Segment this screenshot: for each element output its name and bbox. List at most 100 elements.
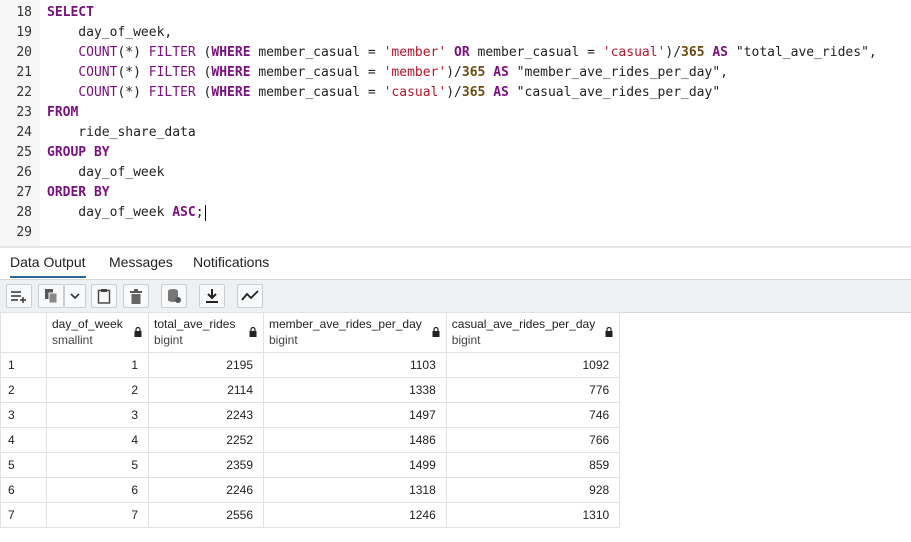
table-cell[interactable]: 1092 (445, 352, 621, 378)
table-cell[interactable]: 2556 (148, 502, 264, 528)
table-cell[interactable]: 1338 (263, 377, 447, 403)
code-token: ORDER BY (47, 185, 110, 200)
row-number[interactable]: 3 (0, 402, 47, 428)
table-cell[interactable]: 859 (445, 452, 621, 478)
copy-button[interactable] (38, 284, 64, 308)
table-row[interactable]: 7 7 2556 1246 1310 (0, 502, 621, 528)
table-row[interactable]: 3 3 2243 1497 746 (0, 402, 621, 428)
clipboard-icon (97, 289, 111, 304)
tab-messages[interactable]: Messages (109, 248, 173, 276)
table-cell[interactable]: 2 (46, 377, 149, 403)
code-line[interactable]: 19 day_of_week, (0, 23, 911, 43)
paste-button[interactable] (91, 284, 117, 308)
line-number: 26 (16, 165, 32, 180)
code-line[interactable]: 25 GROUP BY (0, 143, 911, 163)
table-cell[interactable]: 2114 (148, 377, 264, 403)
code-token: member_casual = (469, 45, 603, 60)
code-token: 365 (681, 45, 705, 60)
table-cell[interactable]: 1486 (263, 427, 447, 453)
table-cell[interactable]: 1 (46, 352, 149, 378)
code-line[interactable]: 20 COUNT(*) FILTER (WHERE member_casual … (0, 43, 911, 63)
copy-icon (45, 289, 58, 304)
lock-icon (432, 327, 440, 337)
table-cell[interactable]: 4 (46, 427, 149, 453)
table-cell[interactable]: 2252 (148, 427, 264, 453)
table-cell[interactable]: 6 (46, 477, 149, 503)
code-line[interactable]: 18 SELECT (0, 3, 911, 23)
table-cell[interactable]: 2359 (148, 452, 264, 478)
table-cell[interactable]: 5 (46, 452, 149, 478)
table-cell[interactable]: 7 (46, 502, 149, 528)
code-line[interactable]: 26 day_of_week (0, 163, 911, 183)
table-cell[interactable]: 1318 (263, 477, 447, 503)
code-text[interactable]: COUNT(*) FILTER (WHERE member_casual = '… (47, 43, 876, 63)
code-text[interactable]: day_of_week ASC; (47, 203, 206, 223)
line-number: 28 (16, 205, 32, 220)
row-number[interactable]: 2 (0, 377, 47, 403)
save-data-button[interactable] (161, 284, 187, 308)
row-number[interactable]: 6 (0, 477, 47, 503)
table-cell[interactable]: 3 (46, 402, 149, 428)
code-token: )/ (665, 45, 682, 60)
column-header-day-of-week[interactable]: day_of_week smallint (46, 312, 149, 353)
code-line[interactable]: 27 ORDER BY (0, 183, 911, 203)
table-row[interactable]: 6 6 2246 1318 928 (0, 477, 621, 503)
row-number[interactable]: 4 (0, 427, 47, 453)
code-text[interactable]: ORDER BY (47, 183, 110, 203)
row-number[interactable]: 5 (0, 452, 47, 478)
table-cell[interactable]: 776 (445, 377, 621, 403)
code-text[interactable]: COUNT(*) FILTER (WHERE member_casual = '… (47, 83, 720, 103)
column-header-member-ave-rides-per-day[interactable]: member_ave_rides_per_day bigint (263, 312, 447, 353)
table-cell[interactable]: 2195 (148, 352, 264, 378)
table-cell[interactable]: 928 (445, 477, 621, 503)
code-text[interactable]: day_of_week, (47, 23, 172, 43)
code-text[interactable]: FROM (47, 103, 78, 123)
table-row[interactable]: 1 1 2195 1103 1092 (0, 352, 621, 378)
code-line[interactable]: 28 day_of_week ASC; (0, 203, 911, 223)
code-line[interactable]: 22 COUNT(*) FILTER (WHERE member_casual … (0, 83, 911, 103)
tab-notifications[interactable]: Notifications (193, 248, 269, 276)
code-token: (*) (117, 85, 149, 100)
row-number[interactable]: 1 (0, 352, 47, 378)
code-text[interactable]: SELECT (47, 3, 94, 23)
row-number[interactable]: 7 (0, 502, 47, 528)
column-header-total-ave-rides[interactable]: total_ave_rides bigint (148, 312, 264, 353)
table-cell[interactable]: 746 (445, 402, 621, 428)
table-cell[interactable]: 1246 (263, 502, 447, 528)
code-text[interactable]: COUNT(*) FILTER (WHERE member_casual = '… (47, 63, 728, 83)
results-body: 1 1 2195 1103 1092 2 2 2114 1338 776 3 3 2243 1497 746… (0, 352, 621, 528)
line-number: 21 (16, 65, 32, 80)
table-row[interactable]: 5 5 2359 1499 859 (0, 452, 621, 478)
code-token: SELECT (47, 5, 94, 20)
code-text[interactable]: day_of_week (47, 163, 164, 183)
lock-icon (249, 327, 257, 337)
table-cell[interactable]: 766 (445, 427, 621, 453)
code-line[interactable]: 21 COUNT(*) FILTER (WHERE member_casual … (0, 63, 911, 83)
column-type: smallint (52, 333, 93, 347)
table-row[interactable]: 2 2 2114 1338 776 (0, 377, 621, 403)
tab-data-output[interactable]: Data Output (10, 248, 86, 278)
code-token: COUNT (78, 85, 118, 100)
table-cell[interactable]: 1497 (263, 402, 447, 428)
column-header-casual-ave-rides-per-day[interactable]: casual_ave_rides_per_day bigint (445, 312, 621, 353)
code-text[interactable]: GROUP BY (47, 143, 110, 163)
sql-editor[interactable]: 18 SELECT 19 day_of_week, 20 COUNT(*) FILTE… (0, 0, 911, 246)
download-button[interactable] (199, 284, 225, 308)
code-line[interactable]: 23 FROM (0, 103, 911, 123)
code-text[interactable]: ride_share_data (47, 123, 195, 143)
delete-button[interactable] (123, 284, 149, 308)
copy-options-button[interactable] (64, 284, 86, 308)
add-row-button[interactable] (6, 284, 32, 308)
table-cell[interactable]: 1310 (445, 502, 621, 528)
table-cell[interactable]: 2246 (148, 477, 264, 503)
code-token: FILTER (148, 85, 196, 100)
code-line[interactable]: 29 (0, 223, 911, 243)
table-cell[interactable]: 1103 (263, 352, 447, 378)
table-row[interactable]: 4 4 2252 1486 766 (0, 427, 621, 453)
table-cell[interactable]: 2243 (148, 402, 264, 428)
table-cell[interactable]: 1499 (263, 452, 447, 478)
code-line[interactable]: 24 ride_share_data (0, 123, 911, 143)
graph-button[interactable] (237, 284, 263, 308)
